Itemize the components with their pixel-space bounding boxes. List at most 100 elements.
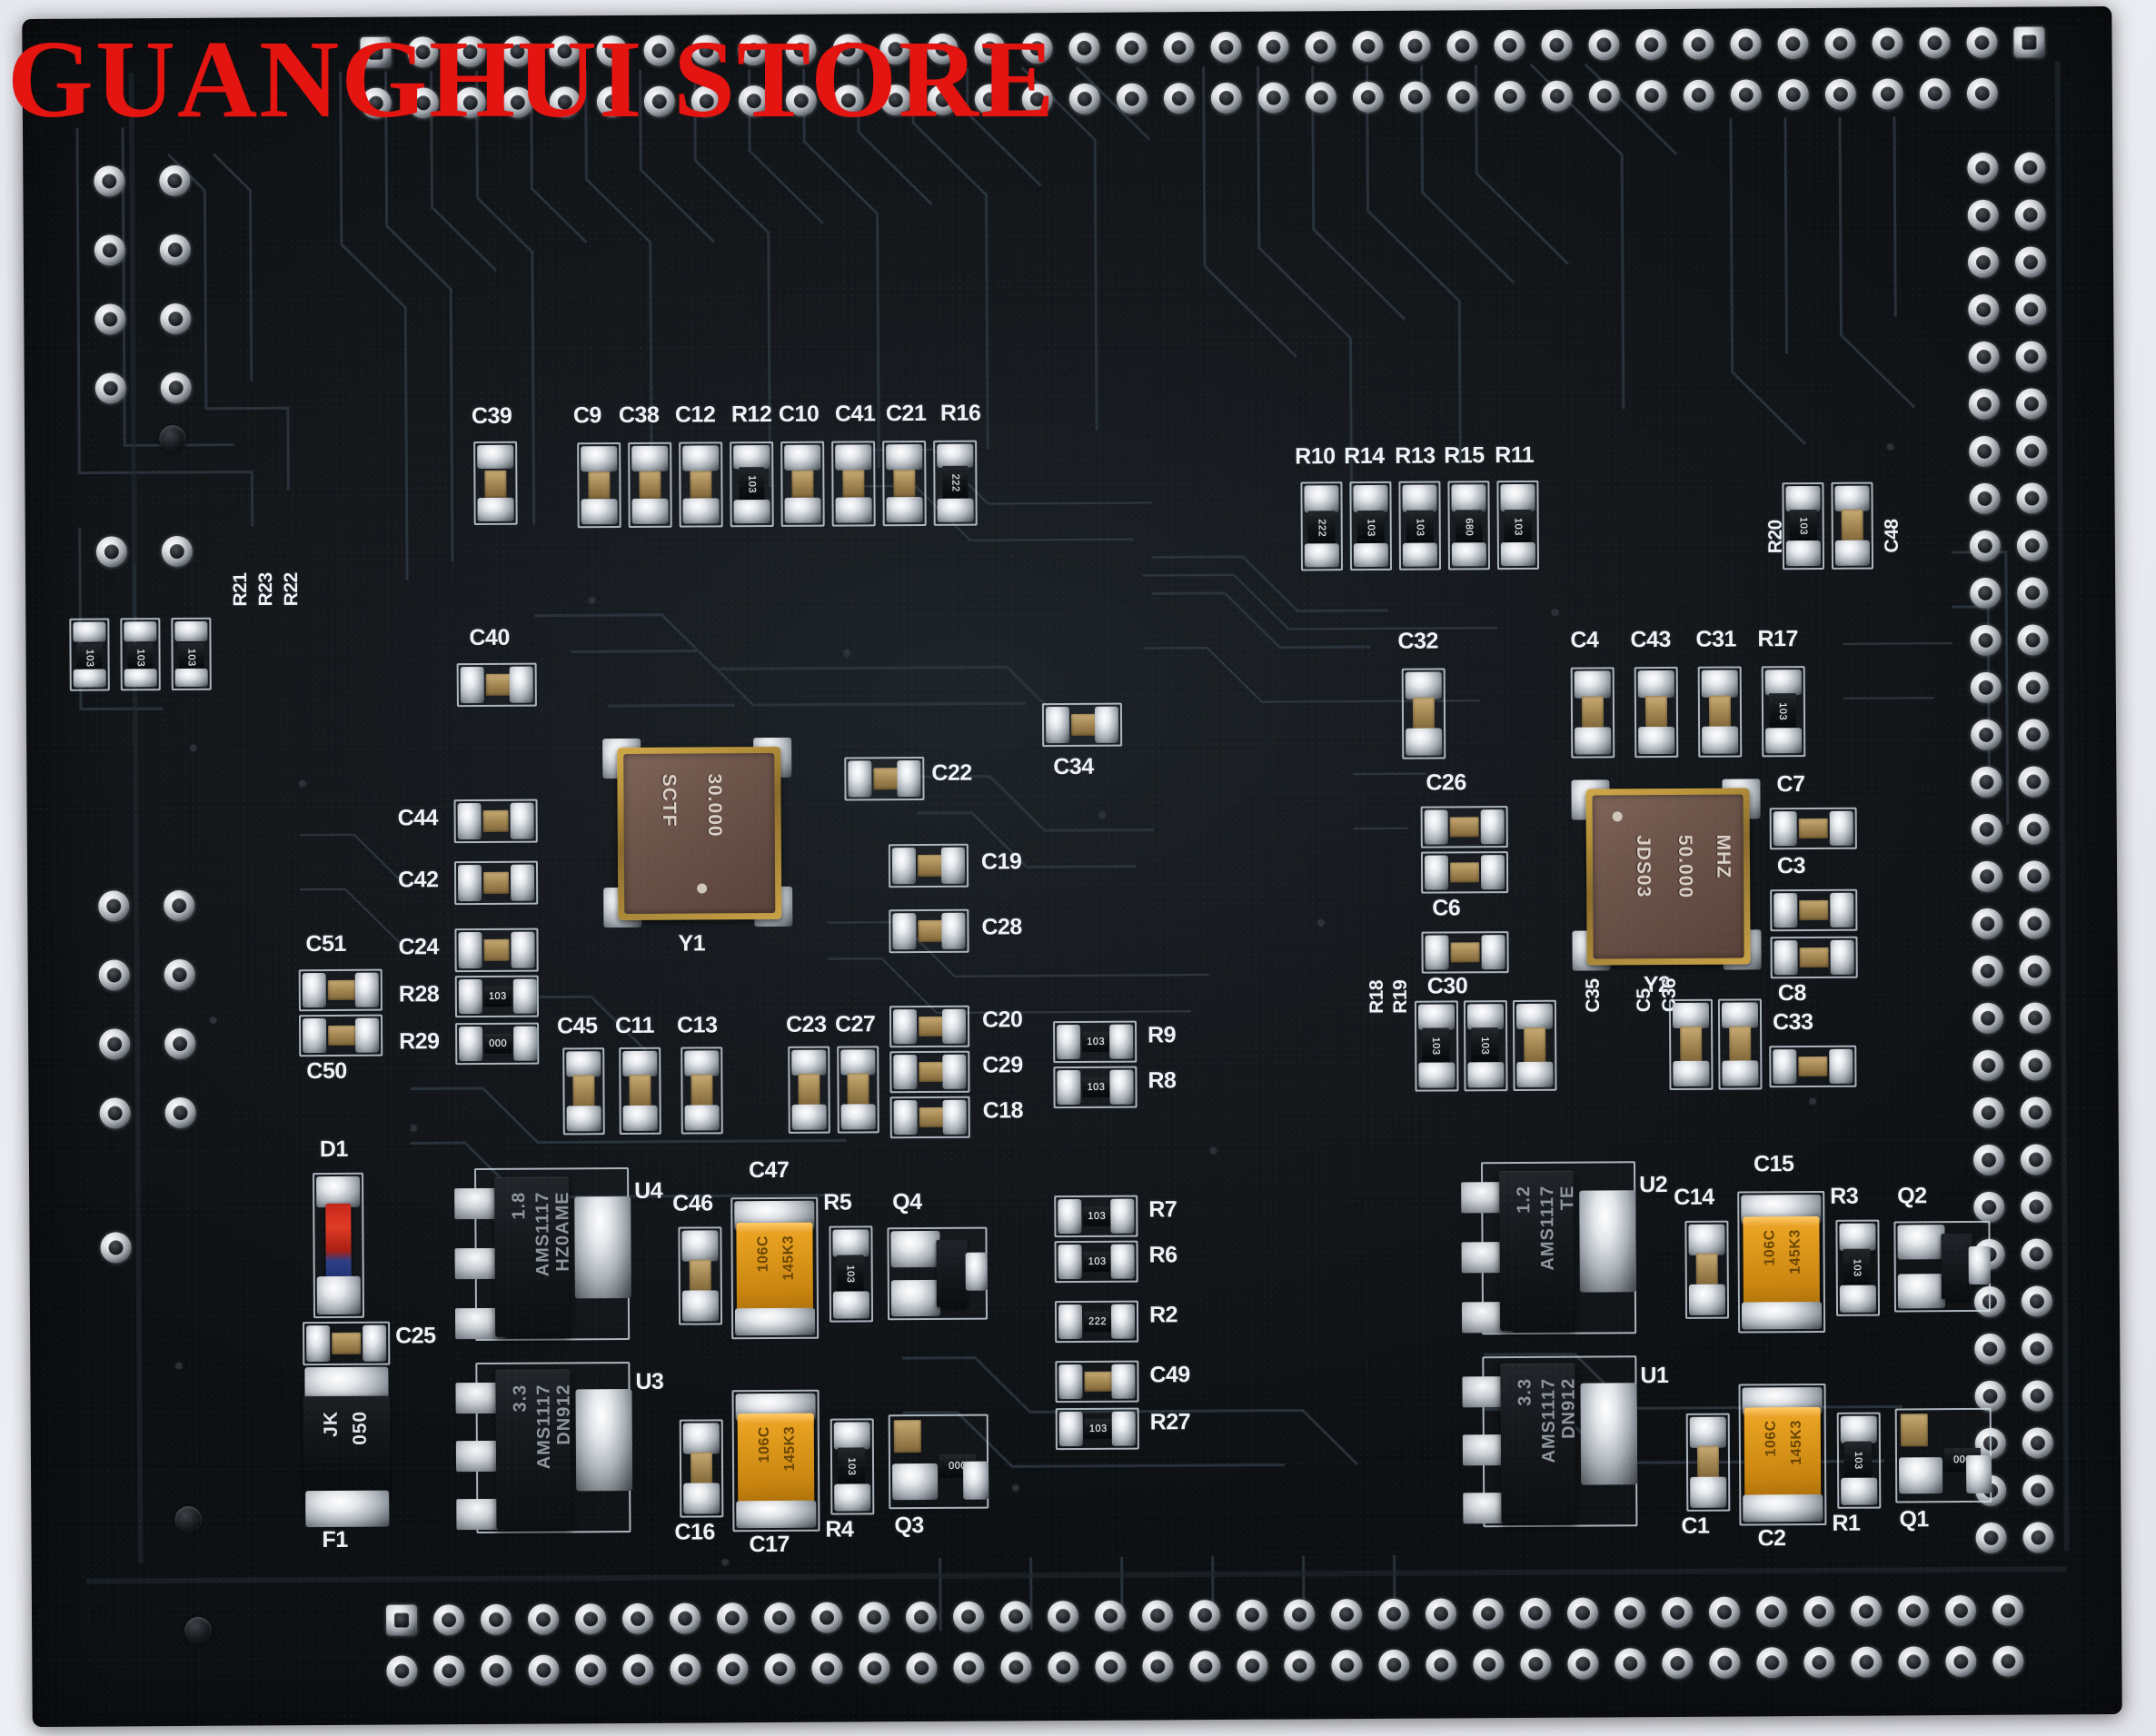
resistor-r13-body: 103: [1406, 510, 1434, 545]
tantalum-c2-body: 106C 145K3: [1744, 1406, 1822, 1501]
silk-label-c1: C1: [1681, 1513, 1710, 1539]
silk-label-c15: C15: [1753, 1151, 1794, 1177]
regulator-u1-tab: [1580, 1383, 1638, 1485]
regulator-u2-datecode: TE: [1557, 1185, 1578, 1211]
silk-label-r2: R2: [1148, 1302, 1178, 1328]
component-c40: C40: [22, 6, 2111, 708]
crystal-y2-marking: JDS03: [1633, 835, 1654, 898]
silk-label-c31: C31: [1695, 626, 1736, 652]
regulator-u4-body: AMS1117 1.8 HZ0AME: [494, 1176, 573, 1337]
resistor-r29-body: 000: [484, 1033, 512, 1054]
tantalum-c17-body: 106C 145K3: [737, 1413, 815, 1507]
pcb-board: 103 103 103 R22 R23 R21 C39 C9 C38 C12 R…: [22, 5, 2122, 1728]
silk-label-c51: C51: [305, 930, 346, 957]
crystal-y1-frequency: 30.000: [703, 773, 726, 838]
silk-label-r3: R3: [1830, 1183, 1859, 1209]
transistor-q4-body: [936, 1239, 968, 1307]
resistor-r9-body: 103: [1082, 1031, 1110, 1052]
silk-label-c44: C44: [397, 805, 439, 831]
silk-label-c40: C40: [469, 624, 510, 651]
silk-label-c32: C32: [1397, 628, 1438, 654]
regulator-u4-voltage: 1.8: [509, 1191, 530, 1220]
silk-label-c41: C41: [834, 401, 876, 427]
silk-label-r18: R18: [1366, 979, 1387, 1015]
top-pin-header[interactable]: [22, 6, 2111, 119]
silk-label-r6: R6: [1148, 1242, 1177, 1268]
regulator-u2-tab: [1579, 1190, 1636, 1293]
silk-label-c35: C35: [1582, 978, 1604, 1013]
silk-label-c20: C20: [981, 1007, 1023, 1033]
bottom-pin-header[interactable]: [22, 6, 2111, 1687]
resistor-r3-body: 103: [1843, 1248, 1871, 1287]
regulator-u3-datecode: DN912: [553, 1384, 574, 1445]
tantalum-c15-body: 106C 145K3: [1743, 1215, 1820, 1310]
tantalum-c47-code: 145K3: [780, 1235, 797, 1281]
regulator-u1-voltage: 3.3: [1515, 1377, 1535, 1406]
regulator-u3-voltage: 3.3: [510, 1384, 531, 1413]
silk-label-c29: C29: [982, 1052, 1023, 1078]
silk-label-r15: R15: [1444, 442, 1485, 469]
silk-label-c13: C13: [676, 1012, 718, 1038]
resistor-r11-body: 103: [1504, 509, 1532, 545]
pcb-photo: 103 103 103 R22 R23 R21 C39 C9 C38 C12 R…: [0, 0, 2156, 1736]
resistor-r17-body: 103: [1768, 693, 1797, 730]
mounting-hole-bottom-center: [184, 1616, 213, 1644]
silk-label-c42: C42: [397, 867, 439, 893]
top-right-resistor-row: R10 R14 R13 R15 R11 222 103 103 680 103: [22, 6, 2111, 571]
silk-label-c25: C25: [395, 1323, 436, 1349]
silk-label-q4: Q4: [892, 1189, 922, 1215]
silk-label-c21: C21: [885, 400, 927, 427]
silk-label-c11: C11: [614, 1012, 655, 1039]
silk-label-c16: C16: [674, 1519, 715, 1545]
silk-label-c23: C23: [785, 1011, 827, 1037]
silk-label-r22: R22: [281, 572, 303, 607]
silk-label-r19: R19: [1389, 979, 1411, 1014]
regulator-u4-tab: [574, 1195, 631, 1299]
resistor-r10-body: 222: [1307, 511, 1336, 546]
resistor-r28-body: 103: [483, 986, 512, 1007]
silk-label-r4: R4: [825, 1516, 854, 1543]
silk-label-r16: R16: [939, 400, 981, 426]
left-column-components: C44 C42 C24 R28 103 R29 000 C51 C50: [22, 6, 2111, 1084]
silk-label-c45: C45: [556, 1013, 598, 1039]
right-pin-header[interactable]: [22, 6, 2111, 1553]
resistor-r12-body: 103: [739, 467, 765, 502]
silk-label-q2: Q2: [1897, 1183, 1927, 1209]
silk-label-q1: Q1: [1899, 1506, 1929, 1533]
tantalum-c17-marking: 106C: [756, 1426, 773, 1463]
silk-label-c6: C6: [1432, 895, 1461, 921]
regulator-u4-datecode: HZ0AME: [552, 1191, 573, 1272]
regulator-u2-body: AMS1117 1.2 TE: [1499, 1170, 1577, 1332]
silk-label-u2: U2: [1639, 1172, 1668, 1198]
silk-label-c14: C14: [1674, 1184, 1714, 1210]
silk-label-c38: C38: [618, 402, 660, 429]
silk-label-c18: C18: [982, 1097, 1024, 1124]
left-pad-cluster[interactable]: [22, 6, 2111, 1264]
tantalum-c2-marking: 106C: [1763, 1420, 1779, 1457]
resistor-r20-body: 103: [1789, 509, 1817, 543]
tantalum-c17-code: 145K3: [781, 1425, 799, 1472]
silk-label-c50: C50: [306, 1057, 347, 1085]
resistor-r15-body: 680: [1455, 510, 1483, 545]
silk-label-c5: C5: [1633, 988, 1654, 1013]
regulator-group-right: AMS1117 1.2 TE U2 C14 106C 145K3 C15 103…: [22, 6, 2111, 1551]
regulator-u1-datecode: DN912: [1558, 1377, 1579, 1440]
regulator-u1-body: AMS1117 3.3 DN912: [1500, 1363, 1579, 1524]
silk-label-r13: R13: [1395, 442, 1436, 469]
silk-label-r21: R21: [230, 572, 252, 607]
silk-label-c8: C8: [1777, 980, 1806, 1007]
silk-label-r1: R1: [1832, 1510, 1861, 1536]
silk-label-d1: D1: [319, 1136, 348, 1163]
tantalum-c47-body: 106C 145K3: [736, 1222, 814, 1316]
silk-label-r17: R17: [1757, 626, 1798, 652]
regulator-group-left: AMS1117 1.8 HZ0AME U4 C46 106C 145K3 C47: [22, 6, 2111, 1557]
diode-d1-body: [325, 1203, 352, 1281]
silk-label-c39: C39: [471, 402, 512, 430]
silk-label-r12: R12: [730, 402, 772, 428]
silk-label-c3: C3: [1776, 853, 1806, 879]
silk-label-r14: R14: [1344, 442, 1385, 470]
mounting-hole-bottom-left: [174, 1505, 203, 1534]
left-resistor-group: 103 103 103 R22 R23 R21: [22, 6, 2111, 691]
silk-label-r11: R11: [1495, 441, 1535, 469]
regulator-u3-tab: [575, 1388, 633, 1492]
